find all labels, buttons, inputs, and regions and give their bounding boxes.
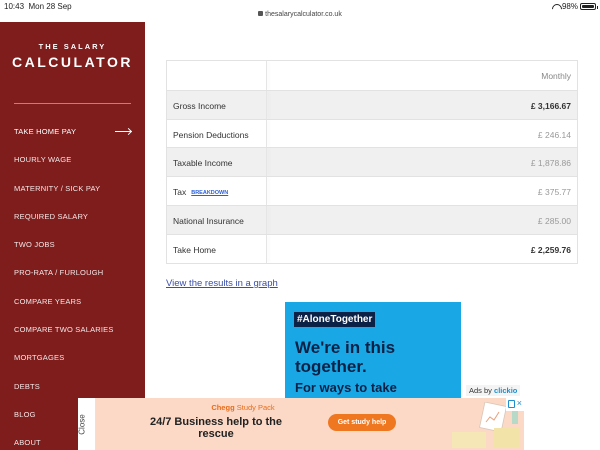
row-label: Tax BREAKDOWN — [173, 187, 229, 198]
row-label: Taxable Income — [173, 158, 233, 169]
sidebar-item-label: TAKE HOME PAY — [14, 127, 77, 136]
url-text: thesalarycalculator.co.uk — [265, 11, 342, 18]
table-header-row: Monthly — [167, 61, 577, 90]
sidebar-item-label: MATERNITY / SICK PAY — [14, 183, 101, 193]
column-divider — [266, 61, 267, 90]
sidebar-item-label: TWO JOBS — [14, 240, 55, 250]
sidebar: THE SALARY CALCULATOR TAKE HOME PAY HOURL… — [0, 22, 145, 450]
view-graph-link[interactable]: View the results in a graph — [166, 278, 278, 289]
sidebar-item-label: ABOUT — [14, 438, 41, 448]
row-value: £ 1,878.86 — [530, 158, 571, 169]
sidebar-item-hourly-wage[interactable]: HOURLY WAGE — [0, 146, 145, 174]
row-label: Take Home — [173, 244, 216, 255]
row-value: £ 285.00 — [537, 215, 571, 226]
arrow-right-icon — [115, 131, 131, 132]
sidebar-item-compare-years[interactable]: COMPARE YEARS — [0, 288, 145, 316]
column-divider — [266, 119, 267, 148]
sidebar-item-label: DEBTS — [14, 381, 41, 391]
sidebar-item-label: COMPARE YEARS — [14, 296, 82, 306]
table-row: Gross Income £ 3,166.67 — [167, 89, 577, 119]
status-indicators: 98% — [552, 2, 598, 11]
column-divider — [266, 90, 267, 119]
ad-alone-together[interactable]: #AloneTogether We're in this together. F… — [285, 302, 461, 402]
battery-icon — [580, 3, 598, 10]
column-header-monthly: Monthly — [541, 71, 571, 81]
sidebar-item-debts[interactable]: DEBTS — [0, 373, 145, 401]
wifi-icon — [552, 4, 560, 10]
column-divider — [266, 205, 267, 234]
row-value: £ 3,166.67 — [530, 100, 571, 111]
site-logo[interactable]: THE SALARY CALCULATOR — [0, 22, 145, 70]
status-bar: 10:43 Mon 28 Sep thesalarycalculator.co.… — [0, 0, 600, 22]
adchoices-icon — [508, 400, 515, 408]
banner-brand: Chegg Study Pack — [211, 403, 275, 412]
get-study-help-button[interactable]: Get study help — [328, 414, 396, 431]
ad-line-2: together. — [295, 357, 367, 376]
column-divider — [266, 177, 267, 205]
clickio-brand: clickio — [494, 386, 518, 395]
tax-breakdown-link[interactable]: BREAKDOWN — [191, 190, 228, 196]
ads-by-label[interactable]: Ads by clickio — [466, 385, 521, 396]
sidebar-item-label: BLOG — [14, 409, 36, 419]
sidebar-item-label: PRO-RATA / FURLOUGH — [14, 268, 104, 278]
row-value: £ 246.14 — [537, 129, 571, 140]
row-label: Pension Deductions — [173, 129, 249, 140]
sidebar-item-pro-rata-furlough[interactable]: PRO-RATA / FURLOUGH — [0, 259, 145, 287]
table-row: Tax BREAKDOWN £ 375.77 — [167, 176, 577, 205]
banner-close-button[interactable]: Close — [78, 398, 96, 450]
sidebar-item-two-jobs[interactable]: TWO JOBS — [0, 231, 145, 259]
table-row: National Insurance £ 285.00 — [167, 204, 577, 234]
row-label: National Insurance — [173, 215, 244, 226]
close-icon: × — [516, 398, 522, 408]
battery-percent: 98% — [561, 2, 578, 11]
column-divider — [266, 234, 267, 263]
logo-small: THE SALARY — [38, 42, 107, 51]
table-row: Take Home £ 2,259.76 — [167, 233, 577, 263]
sidebar-item-label: REQUIRED SALARY — [14, 211, 89, 221]
logo-big: CALCULATOR — [12, 54, 133, 70]
banner-headline: 24/7 Business help to the rescue — [149, 416, 283, 440]
address-bar[interactable]: thesalarycalculator.co.uk — [0, 11, 600, 18]
row-label: Gross Income — [173, 100, 226, 111]
column-divider — [266, 148, 267, 177]
bottom-ad-banner[interactable]: Close Chegg Study Pack 24/7 Business hel… — [78, 398, 524, 450]
table-row: Pension Deductions £ 246.14 — [167, 118, 577, 148]
ad-line-1: We're in this — [295, 338, 396, 357]
ad-line-3: For ways to take — [295, 380, 397, 395]
adchoices-button[interactable]: × — [506, 398, 524, 411]
sidebar-item-label: MORTGAGES — [14, 353, 65, 363]
sidebar-item-mortgages[interactable]: MORTGAGES — [0, 344, 145, 372]
close-label: Close — [77, 414, 87, 435]
lock-icon — [258, 11, 264, 16]
table-row: Taxable Income £ 1,878.86 — [167, 147, 577, 177]
sidebar-item-maternity-sick-pay[interactable]: MATERNITY / SICK PAY — [0, 175, 145, 203]
status-time: 10:43 Mon 28 Sep — [4, 2, 72, 11]
logo-divider — [14, 103, 131, 104]
sidebar-item-take-home-pay[interactable]: TAKE HOME PAY — [0, 118, 145, 146]
sidebar-item-label: COMPARE TWO SALARIES — [14, 325, 114, 335]
sidebar-item-label: HOURLY WAGE — [14, 155, 72, 165]
results-table: Monthly Gross Income £ 3,166.67 Pension De… — [166, 60, 578, 264]
ad-hashtag: #AloneTogether — [294, 312, 376, 327]
sidebar-item-compare-two-salaries[interactable]: COMPARE TWO SALARIES — [0, 316, 145, 344]
sidebar-item-required-salary[interactable]: REQUIRED SALARY — [0, 203, 145, 231]
row-value: £ 2,259.76 — [530, 244, 571, 255]
row-value: £ 375.77 — [537, 187, 571, 198]
